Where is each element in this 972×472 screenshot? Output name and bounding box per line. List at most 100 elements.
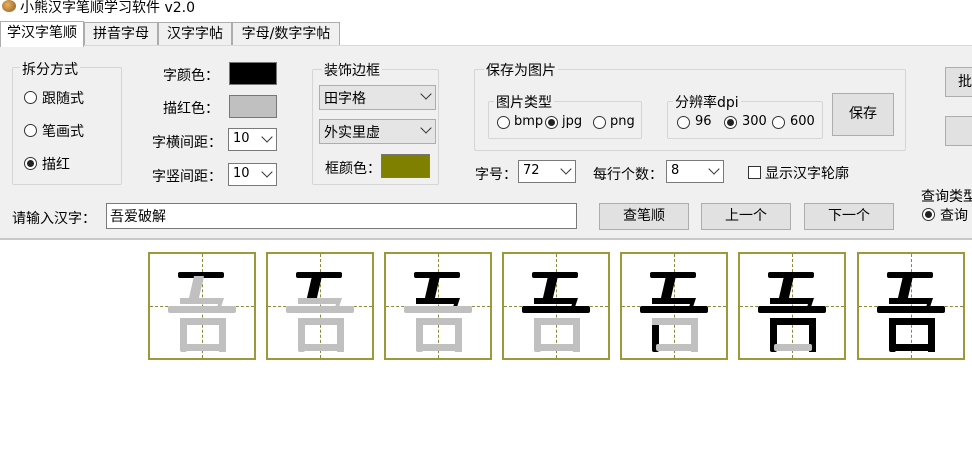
hanzi-input-value: 吾爱破解 — [110, 209, 166, 225]
stroke-character-glyph — [758, 272, 826, 352]
radio-jpg[interactable] — [545, 116, 558, 129]
stroke-7 — [184, 344, 222, 351]
font-size-select[interactable]: 72 — [518, 160, 576, 183]
grid-type-value: 田字格 — [324, 91, 366, 107]
right-button-partial[interactable] — [945, 116, 972, 146]
stroke-4 — [877, 306, 945, 313]
frame-color-label: 框颜色： — [325, 161, 381, 177]
stroke-4 — [640, 306, 708, 313]
image-type-title: 图片类型 — [494, 92, 554, 112]
radio-dpi-300[interactable] — [724, 116, 737, 129]
radio-dpi-300-label: 300 — [742, 114, 767, 129]
tab-pinyin[interactable]: 拼音字母 — [84, 22, 158, 46]
per-row-select[interactable]: 8 — [666, 160, 724, 183]
radio-dpi-600-label: 600 — [790, 114, 815, 129]
stroke-7 — [302, 344, 340, 351]
tab-stroke-order[interactable]: 学汉字笔顺 — [0, 21, 84, 47]
stroke-grid-cell — [148, 252, 256, 360]
per-row-label: 每行个数： — [593, 167, 663, 183]
h-spacing-value: 10 — [233, 131, 250, 146]
stroke-grid-cell — [738, 252, 846, 360]
stroke-grid-cell — [384, 252, 492, 360]
radio-trace[interactable] — [24, 157, 37, 170]
stroke-7 — [420, 344, 458, 351]
outline-checkbox[interactable] — [748, 166, 761, 179]
v-spacing-label: 字竖间距： — [152, 169, 222, 185]
stroke-grid-cell — [266, 252, 374, 360]
border-title: 装饰边框 — [322, 60, 382, 80]
v-spacing-value: 10 — [233, 166, 250, 181]
stroke-7 — [774, 344, 812, 351]
char-color-label: 字颜色： — [163, 68, 219, 84]
next-button[interactable]: 下一个 — [804, 203, 894, 230]
stroke-character-glyph — [168, 272, 236, 352]
frame-color-swatch[interactable] — [381, 154, 430, 178]
dpi-title: 分辨率dpi — [673, 92, 741, 112]
app-bear-icon — [2, 0, 16, 12]
grid-type-select[interactable]: 田字格 — [319, 85, 436, 110]
title-bar: 小熊汉字笔顺学习软件 v2.0 — [0, 0, 972, 18]
stroke-4 — [758, 306, 826, 313]
font-size-value: 72 — [523, 163, 540, 178]
radio-query-label-partial: 查询 — [940, 208, 968, 224]
radio-png[interactable] — [593, 116, 606, 129]
save-button[interactable]: 保存 — [832, 93, 894, 136]
radio-bmp[interactable] — [497, 116, 510, 129]
chevron-down-icon — [560, 163, 572, 175]
trace-color-label: 描红色： — [163, 101, 219, 117]
split-mode-title: 拆分方式 — [20, 59, 80, 79]
radio-bmp-label: bmp — [514, 114, 544, 129]
batch-button-partial[interactable]: 批 — [945, 67, 972, 97]
h-spacing-select[interactable]: 10 — [228, 128, 277, 151]
save-title: 保存为图片 — [484, 60, 558, 80]
stroke-character-glyph — [877, 272, 945, 352]
font-size-label: 字号： — [475, 167, 517, 183]
radio-dpi-96[interactable] — [677, 116, 690, 129]
tab-letter-number-copybook[interactable]: 字母/数字字帖 — [232, 22, 340, 46]
v-spacing-select[interactable]: 10 — [228, 163, 277, 186]
chevron-down-icon — [261, 131, 273, 143]
radio-query-partial[interactable] — [922, 208, 935, 221]
radio-dpi-600[interactable] — [772, 116, 785, 129]
stroke-4 — [168, 306, 236, 313]
stroke-4 — [286, 306, 354, 313]
chevron-down-icon — [420, 88, 432, 100]
radio-jpg-label: jpg — [562, 114, 583, 129]
previous-button[interactable]: 上一个 — [701, 203, 791, 230]
line-style-select[interactable]: 外实里虚 — [319, 119, 436, 144]
stroke-7 — [656, 344, 694, 351]
stroke-4 — [404, 306, 472, 313]
stroke-character-glyph — [522, 272, 590, 352]
chevron-down-icon — [261, 166, 273, 178]
radio-png-label: png — [610, 114, 635, 129]
stroke-7 — [893, 344, 931, 351]
hanzi-input[interactable]: 吾爱破解 — [106, 203, 577, 229]
per-row-value: 8 — [671, 163, 680, 178]
radio-follow[interactable] — [24, 91, 37, 104]
outline-checkbox-label: 显示汉字轮廓 — [765, 166, 849, 182]
h-spacing-label: 字横间距： — [152, 135, 222, 151]
chevron-down-icon — [708, 163, 720, 175]
lookup-stroke-order-button[interactable]: 查笔顺 — [599, 203, 689, 230]
stroke-grid-cell — [857, 252, 965, 360]
trace-color-swatch[interactable] — [229, 95, 277, 118]
options-panel: 拆分方式 跟随式 笔画式 描红 字颜色： 描红色： 字横间距： 10 字竖间距：… — [0, 45, 972, 240]
radio-follow-label: 跟随式 — [42, 91, 84, 107]
radio-stroke[interactable] — [24, 124, 37, 137]
line-style-value: 外实里虚 — [324, 125, 380, 141]
window-title: 小熊汉字笔顺学习软件 v2.0 — [20, 0, 195, 16]
stroke-grid-cell — [620, 252, 728, 360]
hanzi-input-label: 请输入汉字： — [12, 211, 96, 227]
stroke-4 — [522, 306, 590, 313]
stroke-character-glyph — [640, 272, 708, 352]
tab-hanzi-copybook[interactable]: 汉字字帖 — [158, 22, 232, 46]
stroke-7 — [538, 344, 576, 351]
radio-trace-label: 描红 — [42, 157, 70, 173]
stroke-character-glyph — [286, 272, 354, 352]
radio-dpi-96-label: 96 — [695, 114, 712, 129]
stroke-character-glyph — [404, 272, 472, 352]
query-type-title-partial: 查询类型 — [921, 189, 972, 205]
char-color-swatch[interactable] — [229, 62, 277, 85]
chevron-down-icon — [420, 122, 432, 134]
radio-stroke-label: 笔画式 — [42, 124, 84, 140]
